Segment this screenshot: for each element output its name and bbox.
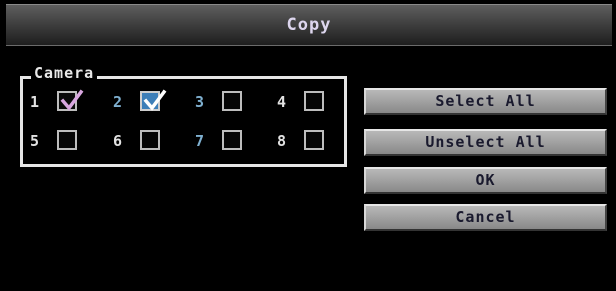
camera-1-option[interactable]: 1 <box>30 89 84 113</box>
camera-8-number: 8 <box>277 132 287 150</box>
camera-7-option[interactable]: 7 <box>195 130 245 152</box>
camera-4-checkbox[interactable] <box>304 91 324 111</box>
camera-7-checkbox[interactable] <box>222 130 242 150</box>
camera-5-checkbox[interactable] <box>57 130 77 150</box>
title-bar: Copy <box>6 4 612 46</box>
camera-2-checkbox[interactable] <box>140 89 167 111</box>
camera-2-option[interactable]: 2 <box>113 89 167 113</box>
camera-8-option[interactable]: 8 <box>277 130 327 152</box>
camera-5-number: 5 <box>30 132 40 150</box>
camera-8-checkbox[interactable] <box>304 130 324 150</box>
camera-3-option[interactable]: 3 <box>195 91 245 113</box>
camera-1-number: 1 <box>30 93 40 111</box>
camera-4-number: 4 <box>277 93 287 111</box>
cancel-button[interactable]: Cancel <box>364 204 607 231</box>
camera-5-option[interactable]: 5 <box>30 130 80 152</box>
dialog-title: Copy <box>286 15 332 35</box>
camera-4-option[interactable]: 4 <box>277 91 327 113</box>
camera-6-option[interactable]: 6 <box>113 130 163 152</box>
camera-1-checkbox[interactable] <box>57 89 84 111</box>
camera-6-checkbox[interactable] <box>140 130 160 150</box>
camera-7-number: 7 <box>195 132 205 150</box>
camera-6-number: 6 <box>113 132 123 150</box>
camera-3-checkbox[interactable] <box>222 91 242 111</box>
copy-dialog: Copy Camera 1 2 3 4 5 6 7 8 Select All U… <box>0 0 616 291</box>
camera-3-number: 3 <box>195 93 205 111</box>
camera-group-box <box>20 76 347 167</box>
camera-group-label: Camera <box>31 64 98 82</box>
camera-2-number: 2 <box>113 93 123 111</box>
select-all-button[interactable]: Select All <box>364 88 607 115</box>
ok-button[interactable]: OK <box>364 167 607 194</box>
unselect-all-button[interactable]: Unselect All <box>364 129 607 156</box>
